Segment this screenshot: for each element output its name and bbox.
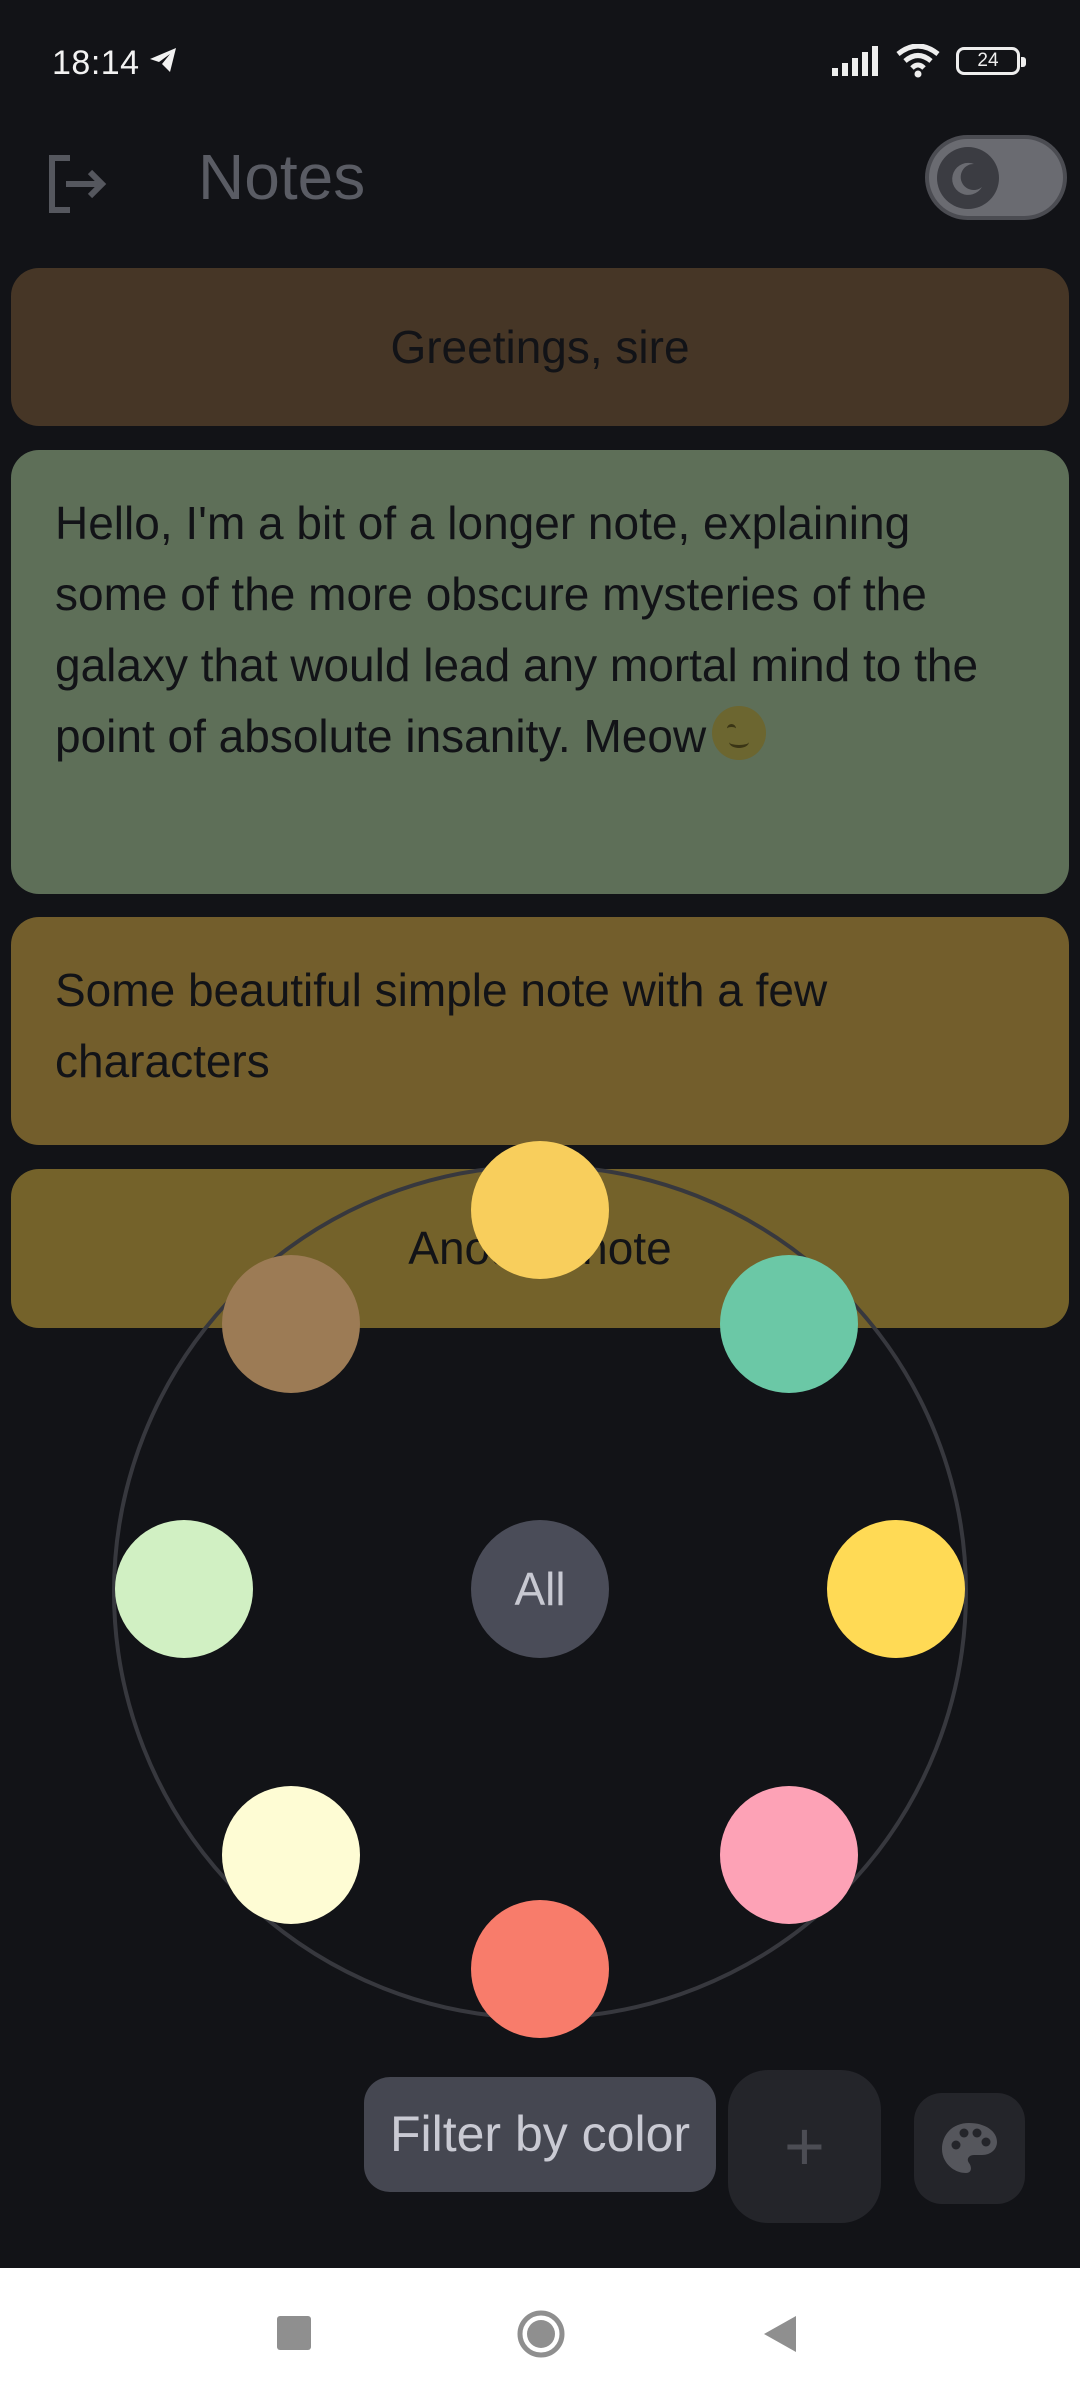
wifi-icon — [896, 44, 940, 78]
battery-icon: 24 — [956, 47, 1026, 75]
palette-icon — [942, 2123, 997, 2173]
signal-icon — [832, 46, 878, 76]
add-note-button[interactable]: + — [728, 2070, 881, 2223]
battery-level: 24 — [977, 50, 999, 71]
app-bar: Notes — [0, 130, 1080, 230]
telegram-icon — [150, 48, 176, 72]
filter-all-button[interactable]: All — [471, 1520, 609, 1658]
home-icon[interactable] — [516, 2309, 566, 2359]
status-icons: 24 — [832, 44, 1026, 78]
note-card[interactable]: Some beautiful simple note with a few ch… — [11, 917, 1069, 1145]
color-swatch-yellow[interactable] — [827, 1520, 965, 1658]
filter-by-color-button[interactable]: Filter by color — [364, 2077, 716, 2192]
status-bar: 18:14 24 — [0, 0, 1080, 130]
color-swatch-mint[interactable] — [115, 1520, 253, 1658]
page-title: Notes — [198, 141, 366, 213]
note-text: Greetings, sire — [390, 321, 690, 373]
note-card[interactable]: Hello, I'm a bit of a longer note, expla… — [11, 450, 1069, 894]
plus-icon: + — [784, 2107, 825, 2185]
note-card[interactable]: Greetings, sire — [11, 268, 1069, 426]
palette-button[interactable] — [914, 2093, 1025, 2204]
color-swatch-cream[interactable] — [222, 1786, 360, 1924]
logout-icon[interactable] — [40, 148, 112, 220]
back-icon[interactable] — [760, 2312, 800, 2356]
note-text: Hello, I'm a bit of a longer note, expla… — [55, 497, 979, 762]
theme-toggle[interactable] — [925, 135, 1067, 220]
toggle-knob — [937, 147, 999, 209]
color-swatch-yellow-top[interactable] — [471, 1141, 609, 1279]
status-time: 18:14 — [52, 44, 140, 82]
recents-icon[interactable] — [277, 2316, 311, 2350]
color-swatch-pink[interactable] — [720, 1786, 858, 1924]
note-text: Some beautiful simple note with a few ch… — [55, 964, 828, 1087]
moon-face-emoji — [712, 706, 767, 760]
color-swatch-coral[interactable] — [471, 1900, 609, 2038]
moon-icon — [952, 162, 982, 195]
color-swatch-teal[interactable] — [720, 1255, 858, 1393]
color-swatch-brown[interactable] — [222, 1255, 360, 1393]
